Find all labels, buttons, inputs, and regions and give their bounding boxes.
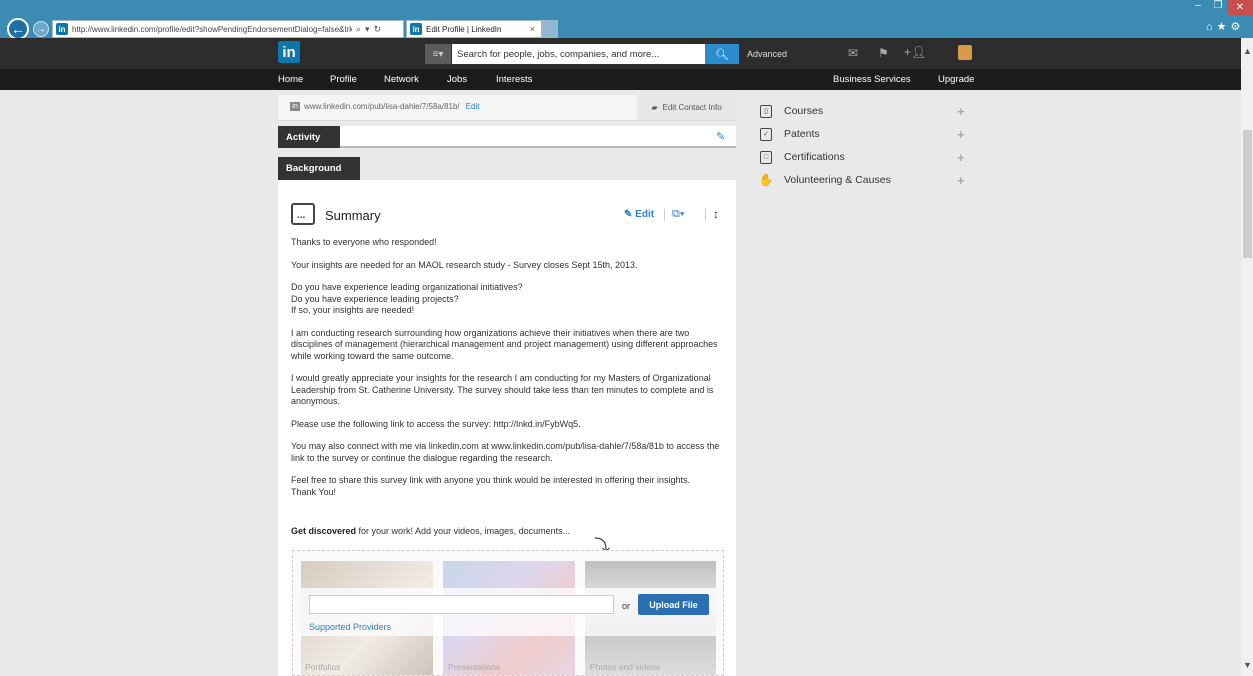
add-section-label: Patents [784, 128, 820, 140]
notifications-flag-icon[interactable]: ⚑ [878, 46, 889, 60]
activity-tab[interactable]: Activity [278, 126, 340, 148]
summary-paragraph: Please use the following link to access … [291, 418, 581, 429]
dropdown-icon[interactable]: ▾ [365, 24, 370, 35]
scrollbar-thumb[interactable] [1243, 130, 1252, 258]
address-bar[interactable]: in http://www.linkedin.com/profile/edit?… [52, 20, 404, 38]
nav-profile[interactable]: Profile [330, 74, 357, 85]
certifications-icon: □ [760, 150, 772, 164]
summary-paragraph: Feel free to share this survey link with… [291, 475, 691, 497]
scroll-up-icon[interactable]: ▲ [1243, 46, 1252, 56]
browser-tab[interactable]: in Edit Profile | LinkedIn × [406, 20, 542, 38]
patents-icon: ✓ [760, 127, 772, 141]
linkedin-logo[interactable]: in [278, 41, 300, 63]
add-media-icon: ⧉▾ [672, 208, 685, 220]
nav-interests[interactable]: Interests [496, 74, 532, 85]
get-discovered-text: Get discovered for your work! Add your v… [291, 526, 570, 536]
plus-icon[interactable]: + [957, 150, 965, 165]
nav-home[interactable]: Home [278, 74, 303, 85]
browser-toolbar-icons[interactable]: ⌂★⚙ [1206, 20, 1244, 33]
thumb-label-photos: Photos and videos [590, 662, 660, 672]
summary-edit-button[interactable]: ✎ Edit [624, 209, 654, 220]
courses-icon: ▯ [760, 104, 772, 118]
background-tab[interactable]: Background [278, 157, 360, 180]
forward-button[interactable]: → [33, 21, 49, 37]
add-section-label: Certifications [784, 151, 845, 163]
search-button[interactable]: 🔍︎ [705, 44, 739, 64]
settings-gear-icon[interactable]: ⚙ [1231, 21, 1245, 33]
linkedin-icon: in [290, 102, 300, 112]
add-connections-icon[interactable]: +👤︎ [904, 45, 926, 59]
reorder-handle-icon[interactable]: ↕ [713, 207, 719, 221]
summary-paragraph: Thanks to everyone who responded! [291, 237, 437, 247]
minimize-icon[interactable]: – [1187, 0, 1209, 15]
refresh-icon[interactable]: ↻ [374, 24, 382, 35]
volunteering-icon: ✋ [758, 173, 774, 187]
thumb-label-presentations: Presentations [448, 662, 500, 672]
tab-close-icon[interactable]: × [530, 24, 535, 34]
home-icon[interactable]: ⌂ [1206, 21, 1217, 33]
address-url[interactable]: http://www.linkedin.com/profile/edit?sho… [72, 25, 352, 34]
summary-paragraph: I am conducting research surrounding how… [291, 327, 718, 361]
search-type-dropdown[interactable]: ≡▾ [425, 44, 451, 64]
add-section-certifications[interactable]: □ Certifications + [760, 148, 970, 166]
plus-icon[interactable]: + [957, 104, 965, 119]
back-button[interactable]: ← [7, 18, 29, 40]
maximize-icon[interactable]: ❐ [1209, 0, 1227, 15]
public-profile-url: in www.linkedin.com/pub/lisa-dahle/7/58a/… [290, 102, 480, 112]
nav-network[interactable]: Network [384, 74, 419, 85]
advanced-search-link[interactable]: Advanced [747, 49, 787, 59]
scroll-down-icon[interactable]: ▼ [1243, 660, 1252, 670]
new-tab-button[interactable] [542, 20, 558, 38]
summary-title: Summary [325, 208, 381, 223]
upload-file-button[interactable]: Upload File [638, 594, 709, 615]
divider [705, 209, 706, 221]
or-label: or [622, 601, 631, 611]
linkedin-favicon-icon: in [410, 23, 422, 35]
linkedin-nav-bar [0, 69, 1241, 90]
summary-body: Thanks to everyone who responded! Your i… [291, 237, 727, 509]
add-section-label: Courses [784, 105, 824, 117]
nav-upgrade[interactable]: Upgrade [938, 74, 974, 85]
linkedin-favicon-icon: in [56, 23, 68, 35]
contact-card-icon: ▰ [651, 103, 658, 112]
avatar[interactable] [958, 45, 972, 60]
summary-paragraph: I would greatly appreciate your insights… [291, 373, 714, 406]
close-window-icon[interactable]: ✕ [1227, 0, 1253, 15]
favorites-star-icon[interactable]: ★ [1217, 21, 1231, 33]
search-icon: 🔍︎ [715, 48, 729, 61]
supported-providers-link[interactable]: Supported Providers [309, 622, 391, 632]
search-icon[interactable]: ⌕ [356, 24, 361, 35]
get-discovered-rest: for your work! Add your videos, images, … [356, 526, 571, 536]
add-section-courses[interactable]: ▯ Courses + [760, 102, 970, 120]
plus-icon[interactable]: + [957, 173, 965, 188]
messages-icon[interactable]: ✉ [848, 46, 858, 60]
add-section-volunteering[interactable]: ✋ Volunteering & Causes + [758, 171, 970, 189]
plus-icon[interactable]: + [957, 127, 965, 142]
nav-jobs[interactable]: Jobs [447, 74, 467, 85]
summary-icon [291, 203, 315, 225]
nav-business-services[interactable]: Business Services [833, 74, 911, 85]
media-url-input[interactable] [309, 595, 614, 614]
summary-paragraph: Your insights are needed for an MAOL res… [291, 259, 638, 270]
search-input[interactable]: Search for people, jobs, companies, and … [452, 44, 705, 64]
divider [664, 209, 665, 221]
add-section-patents[interactable]: ✓ Patents + [760, 125, 970, 143]
edit-pencil-icon: ✎ [624, 209, 636, 220]
summary-paragraph: You may also connect with me via linkedi… [291, 441, 720, 463]
thumb-label-portfolios: Portfolios [305, 662, 341, 672]
edit-contact-info-label: Edit Contact Info [662, 103, 722, 112]
add-section-label: Volunteering & Causes [784, 174, 891, 186]
activity-section [278, 126, 736, 148]
summary-edit-label: Edit [635, 209, 655, 220]
public-url-edit-link[interactable]: Edit [466, 102, 480, 111]
add-media-button[interactable]: ⧉▾ [672, 208, 684, 221]
edit-pencil-icon[interactable]: ✎ [716, 130, 725, 143]
tab-title: Edit Profile | LinkedIn [426, 24, 502, 34]
edit-contact-info-button[interactable]: ▰ Edit Contact Info [637, 95, 736, 120]
public-url-text[interactable]: www.linkedin.com/pub/lisa-dahle/7/58a/81… [304, 102, 460, 111]
summary-paragraph: Do you have experience leading organizat… [291, 282, 523, 315]
get-discovered-bold: Get discovered [291, 526, 357, 536]
